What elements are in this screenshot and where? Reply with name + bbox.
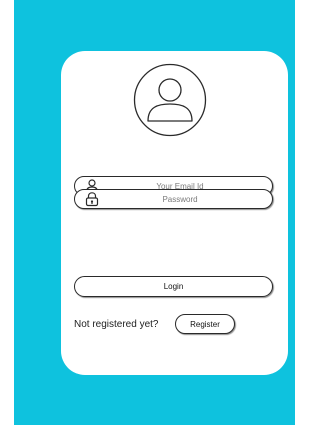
login-button[interactable]: Login [74, 276, 273, 297]
lock-icon [84, 191, 100, 207]
user-avatar-icon [133, 63, 207, 137]
password-input[interactable] [105, 190, 255, 208]
register-prompt: Not registered yet? [74, 319, 159, 330]
login-card: Login Not registered yet? Register [61, 51, 288, 375]
register-button[interactable]: Register [175, 314, 235, 334]
password-field[interactable] [74, 189, 273, 209]
